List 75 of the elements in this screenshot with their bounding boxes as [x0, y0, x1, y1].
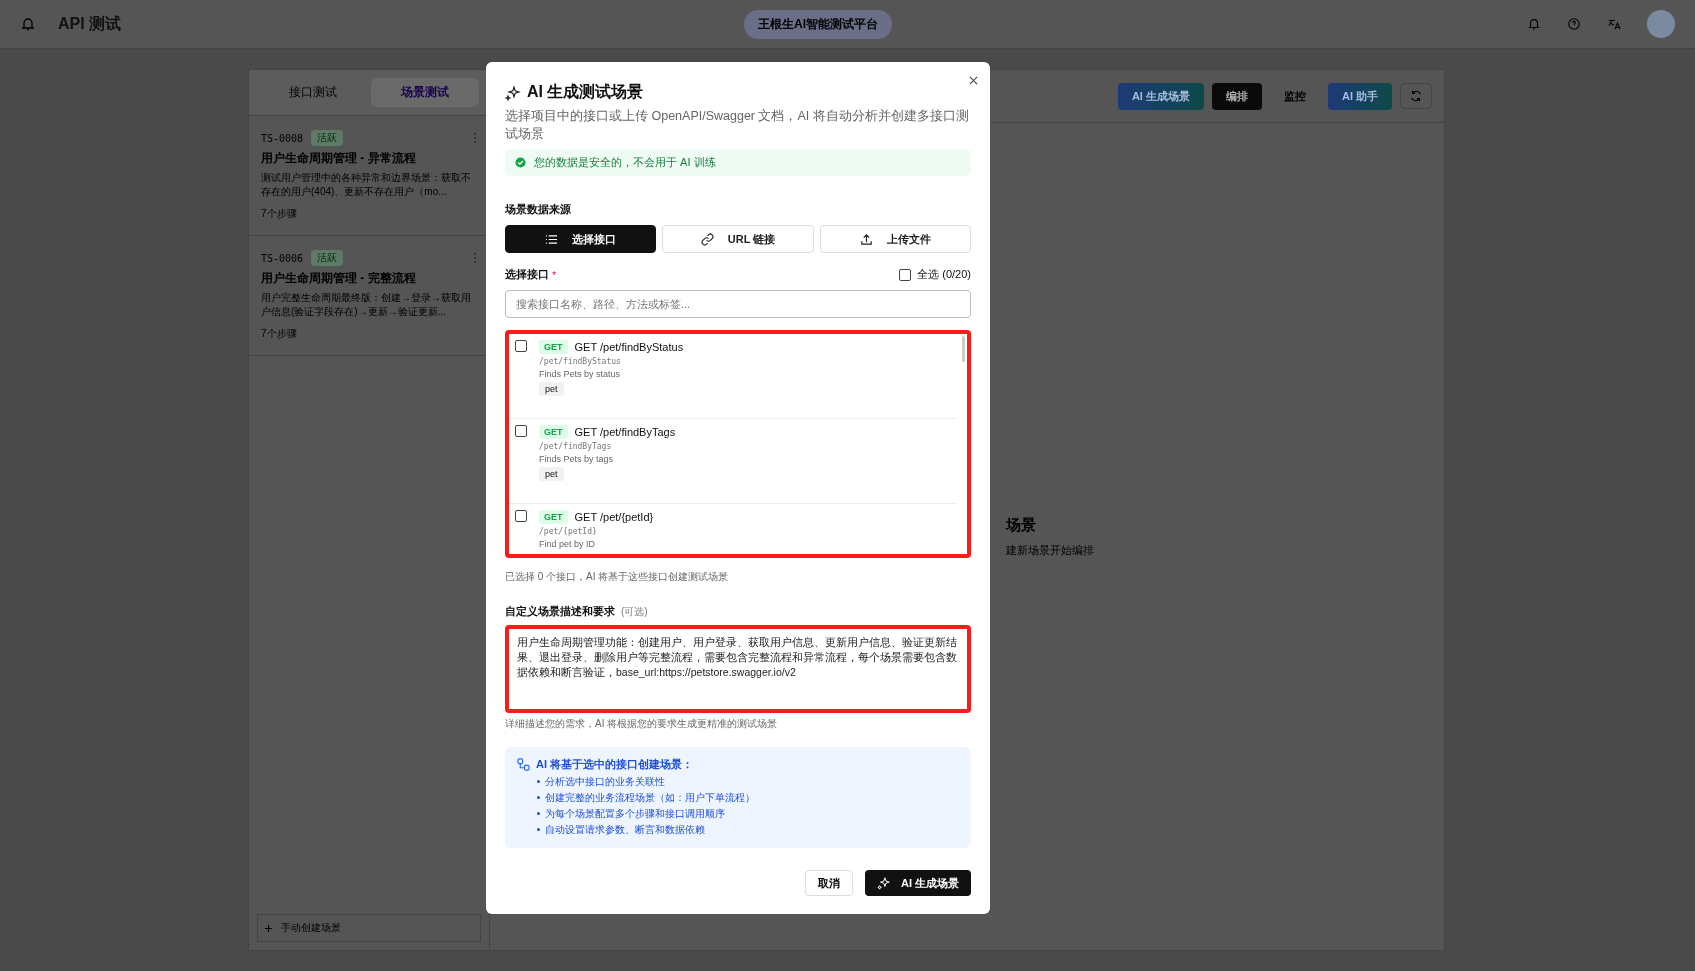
dialog-title: AI 生成测试场景: [527, 82, 644, 102]
endpoint-name: GET /pet/findByStatus: [574, 341, 684, 353]
selection-hint: 已选择 0 个接口，AI 将基于这些接口创建测试场景: [505, 570, 730, 584]
endpoint-path: /pet/findByTags: [539, 442, 612, 451]
toolbar-button[interactable]: AI 生成场景: [1117, 82, 1204, 110]
endpoint-name: GET /pet/findByTags: [574, 426, 676, 438]
source-tab[interactable]: URL 链接: [662, 225, 814, 253]
info-bullet: 自动设置请求参数、断言和数据依赖: [517, 823, 959, 836]
method-tag: GET: [539, 510, 568, 524]
status-tag: 活跃: [311, 250, 344, 266]
refresh-button[interactable]: [1400, 83, 1432, 109]
field-hint: 详细描述您的需求，AI 将根据您的要求生成更精准的测试场景: [505, 717, 779, 731]
bell-icon[interactable]: [1527, 17, 1541, 31]
endpoint-summary: Finds Pets by status: [539, 369, 621, 379]
info-title: AI 将基于选中的接口创建场景：: [536, 757, 694, 772]
user-avatar[interactable]: [1647, 10, 1675, 38]
toolbar-button[interactable]: AI 助手: [1327, 82, 1392, 110]
endpoint-tag: pet: [539, 382, 564, 396]
source-label: 场景数据来源: [505, 202, 572, 217]
endpoint-summary: Find pet by ID: [539, 539, 596, 549]
toolbar-button[interactable]: 编排: [1211, 82, 1262, 110]
select-all-checkbox[interactable]: [899, 268, 912, 281]
check-circle-icon: [515, 157, 526, 168]
plus-icon: [264, 923, 273, 933]
notice-text: 您的数据是安全的，不会用于 AI 训练: [534, 155, 716, 170]
search-field[interactable]: 搜索接口名称、路径、方法或标签...: [505, 290, 971, 318]
page-title: API 测试: [58, 13, 122, 34]
sparkle-icon: [876, 876, 891, 890]
cancel-button[interactable]: 取消: [804, 870, 853, 896]
flow-icon: [517, 758, 530, 771]
endpoint-path: /pet/findByStatus: [539, 357, 621, 366]
endpoint-tag: pet: [539, 467, 564, 481]
select-label: 选择接口: [505, 267, 549, 282]
step-count: 7个步骤: [261, 327, 298, 341]
sparkle-icon: [505, 84, 521, 101]
scrollbar-thumb[interactable]: [962, 336, 965, 362]
scenario-id: TS-0008: [261, 132, 304, 144]
platform-badge: 王根生AI智能测试平台: [744, 9, 893, 39]
method-tag: GET: [539, 340, 568, 354]
list-icon: [545, 232, 559, 246]
upload-icon: [859, 232, 873, 246]
endpoint-summary: Finds Pets by tags: [539, 454, 614, 464]
close-icon[interactable]: [969, 76, 978, 85]
info-bullet: 为每个场景配置多个步骤和接口调用顺序: [517, 807, 959, 820]
endpoint-name: GET /pet/{petId}: [574, 511, 654, 523]
refresh-icon: [1409, 89, 1423, 103]
scenario-title: 用户生命周期管理 - 异常流程: [261, 150, 417, 167]
generate-button[interactable]: AI 生成场景: [864, 870, 971, 896]
endpoint-checkbox[interactable]: [515, 340, 527, 352]
status-tag: 活跃: [311, 130, 344, 146]
select-all-label[interactable]: 全选 (0/20): [917, 267, 971, 282]
optional-label: (可选): [621, 605, 648, 619]
info-bullet: 分析选中接口的业务关联性: [517, 775, 959, 788]
source-tab[interactable]: 上传文件: [819, 225, 971, 253]
dialog-description: 选择项目中的接口或上传 OpenAPI/Swagger 文档，AI 将自动分析并创建多接口测试场景: [505, 108, 970, 143]
scenario-title: 用户生命周期管理 - 完整流程: [261, 270, 417, 287]
endpoint-path: /pet/{petId}: [539, 527, 597, 536]
empty-title: 场景: [1006, 515, 1036, 535]
help-icon[interactable]: [1567, 17, 1581, 31]
endpoint-checkbox[interactable]: [515, 510, 527, 522]
method-tag: GET: [539, 425, 568, 439]
link-icon: [700, 232, 714, 246]
endpoint-checkbox[interactable]: [515, 425, 527, 437]
description-field[interactable]: 用户生命周期管理功能：创建用户、用户登录、获取用户信息、更新用户信息、验证更新结果、退出登录、删除用户等完整流程，需要包含完整流程和异常流程，每个场景需要包含数据依赖和断言验证，base_url:https://petstore.swagger.io/v2: [505, 625, 971, 713]
scenario-description: 测试用户管理中的各种异常和边界场景：获取不存在的用户(404)、更新不存在用户（mo...: [261, 171, 472, 199]
scenario-id: TS-0006: [261, 252, 304, 264]
info-bullet: 创建完整的业务流程场景（如：用户下单流程）: [517, 791, 959, 804]
step-count: 7个步骤: [261, 207, 298, 221]
source-tab[interactable]: 选择接口: [505, 225, 657, 253]
scenario-description: 用户完整生命周期最终版：创建→登录→获取用户信息(验证字段存在)→更新→验证更新...: [261, 291, 472, 319]
translate-icon[interactable]: [1607, 17, 1621, 31]
custom-label: 自定义场景描述和要求: [505, 604, 615, 619]
empty-hint: 建新场景开始编排: [1006, 542, 1094, 558]
required-mark: *: [552, 268, 557, 281]
bell-icon[interactable]: [20, 16, 36, 32]
